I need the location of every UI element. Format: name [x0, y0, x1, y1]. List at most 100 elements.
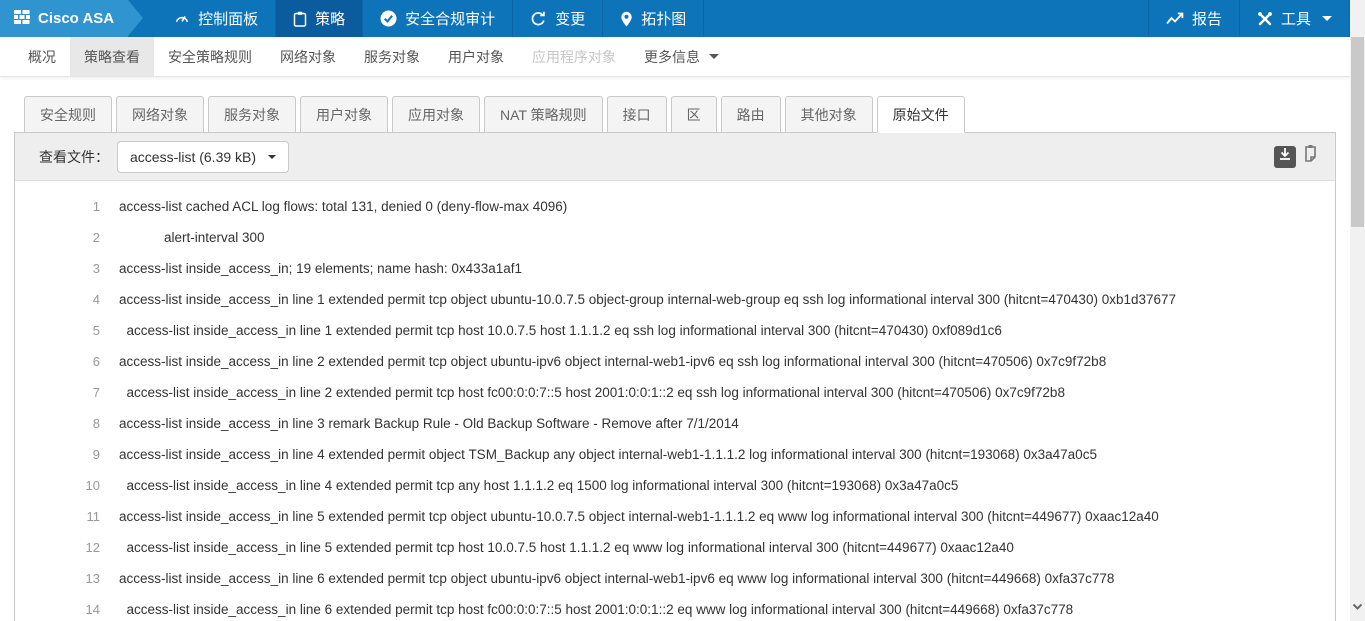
tab[interactable]: 服务对象 — [208, 96, 296, 133]
code-line: 1 access-list cached ACL log flows: tota… — [15, 191, 1335, 222]
tab[interactable]: 其他对象 — [785, 96, 873, 133]
line-number: 11 — [15, 509, 119, 524]
top-nav-items: 控制面板 策略 安全合规审计 变更 拓扑图 — [157, 0, 704, 37]
line-text: access-list inside_access_in line 1 exte… — [119, 292, 1176, 307]
menubar-item[interactable]: 应用程序对象 — [518, 37, 630, 76]
menubar-item-label: 服务对象 — [364, 47, 420, 67]
tab-label: 其他对象 — [801, 107, 857, 123]
code-line: 6 access-list inside_access_in line 2 ex… — [15, 346, 1335, 377]
code-line: 9 access-list inside_access_in line 4 ex… — [15, 439, 1335, 470]
top-nav-item-label: 拓扑图 — [641, 8, 686, 29]
line-number: 12 — [15, 540, 119, 555]
download-icon — [1278, 147, 1292, 166]
tab[interactable]: 应用对象 — [392, 96, 480, 133]
toolbar-actions — [1274, 146, 1323, 168]
menubar-item-label: 用户对象 — [448, 47, 504, 67]
object-tabs: 安全规则 网络对象 服务对象 用户对象 应用对象 NAT 策略规则 接口 区 路… — [14, 96, 1336, 132]
tab-label: 用户对象 — [316, 107, 372, 123]
code-line: 2 alert-interval 300 — [15, 222, 1335, 253]
menubar-item-label: 安全策略规则 — [168, 47, 252, 67]
gauge-icon — [174, 11, 190, 26]
line-text: access-list inside_access_in line 6 exte… — [119, 571, 1114, 586]
top-nav-item[interactable]: 工具 — [1240, 0, 1350, 37]
top-nav-item[interactable]: 拓扑图 — [603, 0, 704, 37]
copy-button[interactable] — [1301, 146, 1323, 168]
topbar-spacer — [704, 0, 1149, 37]
tab-label: 路由 — [737, 107, 765, 123]
line-text: access-list inside_access_in line 4 exte… — [119, 478, 958, 493]
app-window: Cisco ASA 控制面板 策略 安全合规审计 变更 — [0, 0, 1350, 621]
view-file-label: 查看文件： — [39, 147, 109, 167]
top-nav-item-label: 策略 — [315, 8, 345, 29]
top-nav-item[interactable]: 安全合规审计 — [363, 0, 513, 37]
top-nav-item-label: 报告 — [1192, 8, 1222, 29]
menubar-item[interactable]: 用户对象 — [434, 37, 518, 76]
line-text: access-list inside_access_in line 6 exte… — [119, 602, 1073, 617]
tab-label: 原始文件 — [893, 107, 949, 123]
tab[interactable]: 安全规则 — [24, 96, 112, 133]
top-navbar: Cisco ASA 控制面板 策略 安全合规审计 变更 — [0, 0, 1350, 37]
menubar-item[interactable]: 概况 — [14, 37, 70, 76]
vertical-scrollbar[interactable] — [1350, 0, 1365, 621]
chevron-down-icon — [268, 155, 276, 159]
brand-label: Cisco ASA — [38, 10, 114, 27]
menubar-item[interactable]: 网络对象 — [266, 37, 350, 76]
brand-cisco-asa[interactable]: Cisco ASA — [0, 0, 128, 37]
line-number: 14 — [15, 602, 119, 617]
line-number: 8 — [15, 416, 119, 431]
top-nav-right-items: 报告 工具 — [1149, 0, 1350, 37]
chevron-down-icon — [709, 54, 719, 59]
chart-line-icon — [1166, 12, 1184, 26]
menubar-item-label: 应用程序对象 — [532, 47, 616, 67]
menubar-item-label: 策略查看 — [84, 47, 140, 67]
tab-label: 服务对象 — [224, 107, 280, 123]
line-text: access-list inside_access_in line 2 exte… — [119, 385, 1065, 400]
tab[interactable]: 路由 — [721, 96, 781, 133]
line-text: access-list cached ACL log flows: total … — [119, 199, 567, 214]
tab-label: 应用对象 — [408, 107, 464, 123]
top-nav-item[interactable]: 变更 — [513, 0, 603, 37]
line-number: 13 — [15, 571, 119, 586]
top-nav-item-label: 工具 — [1281, 8, 1311, 29]
menubar-item[interactable]: 服务对象 — [350, 37, 434, 76]
copy-icon — [1302, 143, 1322, 170]
line-text: access-list inside_access_in line 5 exte… — [119, 509, 1159, 524]
tab[interactable]: NAT 策略规则 — [484, 96, 603, 133]
tools-icon — [1257, 11, 1273, 27]
top-nav-item[interactable]: 控制面板 — [157, 0, 276, 37]
code-line: 13 access-list inside_access_in line 6 e… — [15, 563, 1335, 594]
top-nav-item[interactable]: 策略 — [276, 0, 363, 37]
scrollbar-thumb[interactable] — [1351, 37, 1364, 227]
file-select-dropdown[interactable]: access-list (6.39 kB) — [117, 141, 289, 173]
line-number: 4 — [15, 292, 119, 307]
line-text: access-list inside_access_in line 1 exte… — [119, 323, 1002, 338]
top-nav-item[interactable]: 报告 — [1149, 0, 1240, 37]
tab-label: 安全规则 — [40, 107, 96, 123]
download-button[interactable] — [1274, 146, 1296, 168]
line-number: 6 — [15, 354, 119, 369]
policy-menubar: 概况 策略查看 安全策略规则 网络对象 服务对象 用户对象 应用程序对象 — [0, 37, 1350, 77]
menubar-item-label: 概况 — [28, 47, 56, 67]
file-viewer-toolbar: 查看文件： access-list (6.39 kB) — [15, 133, 1335, 181]
tab[interactable]: 原始文件 — [877, 96, 965, 133]
line-number: 2 — [15, 230, 119, 245]
tab[interactable]: 用户对象 — [300, 96, 388, 133]
tab-label: NAT 策略规则 — [500, 107, 587, 123]
code-line: 5 access-list inside_access_in line 1 ex… — [15, 315, 1335, 346]
line-text: alert-interval 300 — [119, 230, 265, 245]
tab[interactable]: 接口 — [607, 96, 667, 133]
code-line: 3 access-list inside_access_in; 19 eleme… — [15, 253, 1335, 284]
code-line: 12 access-list inside_access_in line 5 e… — [15, 532, 1335, 563]
top-nav-item-label: 安全合规审计 — [405, 8, 495, 29]
menubar-item[interactable]: 安全策略规则 — [154, 37, 266, 76]
top-nav-item-label: 控制面板 — [198, 8, 258, 29]
clipboard-icon — [293, 11, 307, 27]
menubar-item[interactable]: 策略查看 — [70, 37, 154, 76]
tab[interactable]: 区 — [671, 96, 717, 133]
menubar-item[interactable]: 更多信息 — [630, 37, 733, 76]
scroll-down-arrow[interactable] — [1352, 598, 1363, 616]
tab[interactable]: 网络对象 — [116, 96, 204, 133]
tab-label: 网络对象 — [132, 107, 188, 123]
code-line: 11 access-list inside_access_in line 5 e… — [15, 501, 1335, 532]
line-text: access-list inside_access_in line 4 exte… — [119, 447, 1097, 462]
